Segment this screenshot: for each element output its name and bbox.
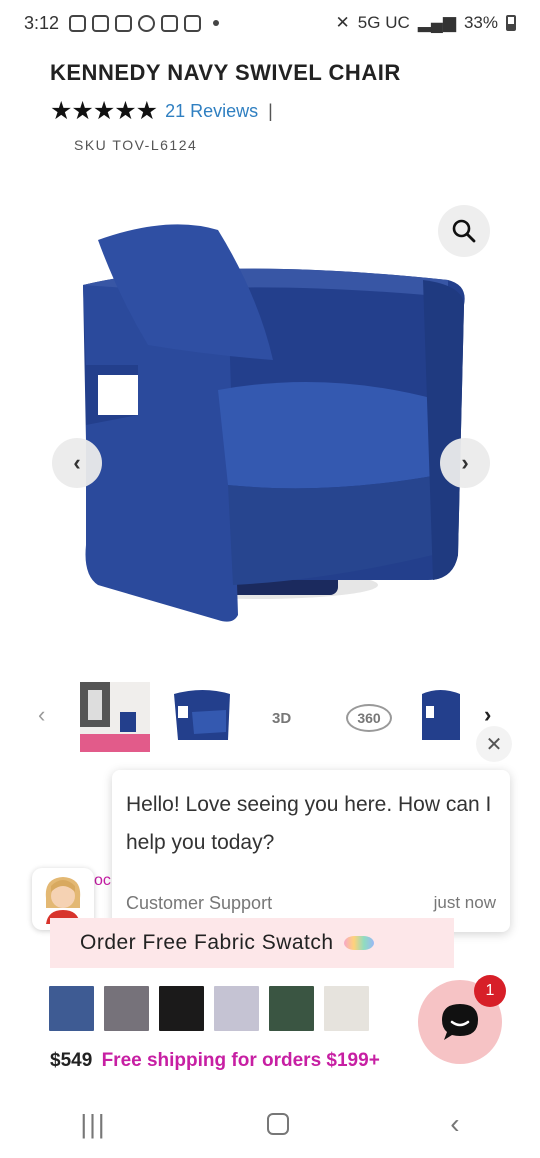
thumbnail-strip: ‹ 3D 360 › <box>30 682 510 752</box>
close-icon: ✕ <box>485 733 503 756</box>
thumbnail-chair[interactable] <box>168 682 238 752</box>
swatch-black[interactable] <box>159 986 204 1031</box>
swatch-green[interactable] <box>269 986 314 1031</box>
chevron-left-icon: ‹ <box>73 450 81 475</box>
price: $549 <box>50 1050 93 1071</box>
swatch-lavender[interactable] <box>214 986 259 1031</box>
status-bar: 3:12 ✕ 5G UC ▂▄▆ 33% <box>0 0 540 46</box>
zoom-button[interactable] <box>438 205 490 257</box>
rating-row: ★★★★★ 21 Reviews | <box>50 96 273 126</box>
chat-close-button[interactable]: ✕ <box>476 726 512 762</box>
thumbnails-next-button[interactable]: › <box>484 702 491 728</box>
thumbnail-room[interactable] <box>80 682 150 752</box>
reviews-link[interactable]: 21 Reviews <box>165 101 258 122</box>
dot-icon <box>213 20 220 26</box>
agent-avatar-icon <box>45 877 81 924</box>
swatch-navy[interactable] <box>49 986 94 1031</box>
obscured-text: oc <box>94 872 111 889</box>
order-swatch-label: Order Free Fabric Swatch <box>80 931 334 954</box>
swatch-gray[interactable] <box>104 986 149 1031</box>
lock-icon <box>184 14 202 32</box>
thumbnails-prev-button[interactable]: ‹ <box>38 702 45 728</box>
price-row: $549 Free shipping for orders $199+ <box>50 1050 380 1072</box>
chat-message-popup[interactable]: Hello! Love seeing you here. How can I h… <box>112 770 510 932</box>
recents-button[interactable]: ||| <box>80 1109 106 1140</box>
battery-icon <box>506 15 516 31</box>
instagram-icon <box>92 14 110 32</box>
mute-icon: ✕ <box>335 13 350 32</box>
status-time: 3:12 <box>24 12 60 33</box>
chat-time: just now <box>433 893 496 912</box>
product-image[interactable] <box>28 185 512 655</box>
color-swatches <box>49 986 369 1031</box>
image-next-button[interactable]: › <box>440 438 490 488</box>
chat-sender: Customer Support <box>126 893 273 913</box>
chat-message: Hello! Love seeing you here. How can I h… <box>126 793 492 854</box>
chat-footer: Customer Support just now <box>126 893 496 914</box>
thumbnail-3d[interactable]: 3D <box>272 710 291 727</box>
instagram-icon <box>115 14 133 32</box>
chevron-right-icon: › <box>461 450 469 475</box>
back-button[interactable]: ‹ <box>450 1108 459 1140</box>
system-nav-bar: ||| ‹ <box>0 1090 540 1158</box>
thumbnail-360[interactable]: 360 <box>346 704 392 732</box>
unread-badge: 1 <box>474 975 506 1007</box>
signal-icon: ▂▄▆ <box>417 13 456 32</box>
product-sku: SKU TOV-L6124 <box>74 137 198 153</box>
star-rating-icon: ★★★★★ <box>50 97 158 125</box>
account-icon <box>138 14 156 32</box>
status-right: ✕ 5G UC ▂▄▆ 33% <box>336 13 516 33</box>
thread-spool-icon <box>343 936 374 950</box>
product-title: KENNEDY NAVY SWIVEL CHAIR <box>50 60 401 85</box>
order-swatch-banner[interactable]: Order Free Fabric Swatch <box>50 918 454 968</box>
thumbnail-chair-partial[interactable] <box>420 682 462 752</box>
home-button[interactable] <box>267 1113 290 1135</box>
key-icon <box>161 14 179 32</box>
separator: | <box>268 100 273 121</box>
swatch-cream[interactable] <box>324 986 369 1031</box>
search-icon <box>452 219 476 243</box>
instagram-icon <box>69 14 87 32</box>
battery-label: 33% <box>463 13 498 32</box>
image-prev-button[interactable]: ‹ <box>52 438 102 488</box>
chat-bubble-icon <box>442 1004 478 1040</box>
network-label: 5G UC <box>357 13 410 32</box>
notification-icons <box>69 14 220 32</box>
shipping-promo: Free shipping for orders $199+ <box>101 1050 380 1071</box>
